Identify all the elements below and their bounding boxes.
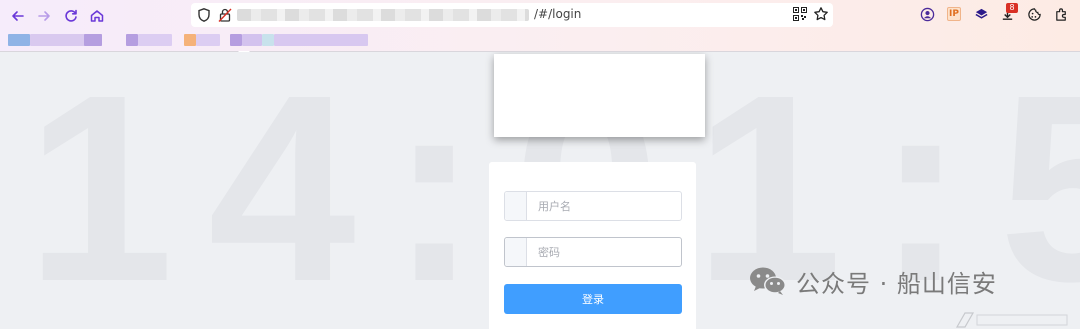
- star-icon[interactable]: [813, 6, 829, 22]
- url-path: /#/login: [534, 7, 582, 21]
- login-button[interactable]: 登录: [504, 284, 682, 314]
- watermark-corner-logo: [955, 312, 1068, 328]
- qr-code-icon[interactable]: [793, 7, 807, 21]
- home-button[interactable]: [86, 5, 108, 27]
- back-button[interactable]: [7, 5, 29, 27]
- url-host-redacted: [237, 9, 529, 21]
- cookie-extension-icon[interactable]: [1025, 5, 1043, 23]
- browser-toolbar: /#/login IP 8: [0, 0, 1080, 52]
- bookmarks-bar-redacted: [4, 34, 374, 46]
- address-bar[interactable]: /#/login: [191, 3, 833, 27]
- username-input[interactable]: [527, 192, 688, 220]
- password-input[interactable]: [527, 238, 688, 266]
- ip-extension-icon[interactable]: IP: [945, 5, 963, 23]
- watermark-text: 公众号 · 船山信安: [796, 269, 997, 298]
- shield-icon[interactable]: [196, 7, 212, 23]
- password-field[interactable]: [504, 237, 688, 267]
- login-form: 登录: [489, 162, 696, 329]
- username-field[interactable]: [504, 191, 688, 221]
- home-icon: [90, 10, 104, 22]
- user-icon: [505, 192, 527, 220]
- lock-icon: [505, 238, 527, 266]
- wechat-icon: [750, 267, 786, 295]
- arrow-right-icon: [38, 11, 50, 21]
- wechat-watermark: 公众号 · 船山信安: [748, 263, 997, 299]
- reload-button[interactable]: [60, 5, 82, 27]
- extensions-puzzle-icon[interactable]: [1052, 5, 1070, 23]
- extension-count-badge: 8: [1006, 3, 1018, 13]
- layers-extension-icon[interactable]: [972, 5, 990, 23]
- account-icon[interactable]: [918, 5, 936, 23]
- arrow-left-icon: [12, 11, 24, 21]
- reload-icon: [65, 9, 77, 22]
- logo-placeholder: [494, 54, 705, 137]
- forward-button[interactable]: [33, 5, 55, 27]
- lock-icon[interactable]: [217, 7, 233, 23]
